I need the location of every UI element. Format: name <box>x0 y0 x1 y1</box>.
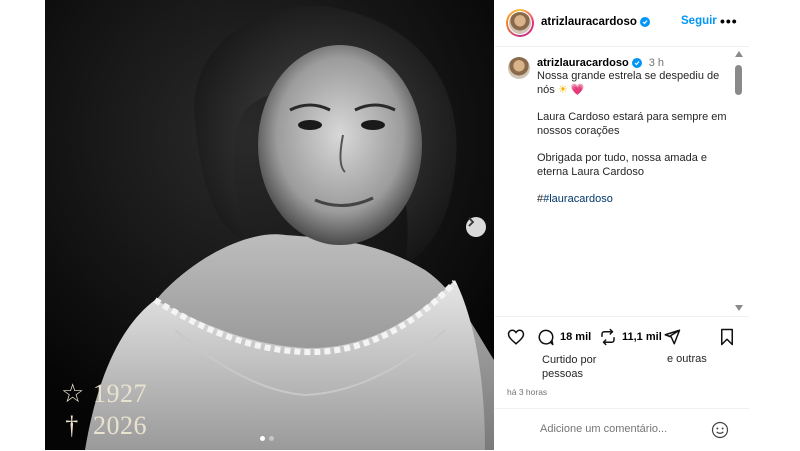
caption-avatar[interactable] <box>508 57 530 79</box>
caption-text: Nossa grande estrela se despediu de nós … <box>537 70 727 221</box>
and-others-text[interactable]: e outras <box>667 353 707 365</box>
next-slide-button[interactable] <box>466 217 486 237</box>
caption-line-1: Nossa grande estrela se despediu de nós … <box>537 70 727 97</box>
birth-year-row: ☆ 1927 <box>61 378 147 410</box>
liked-by-text[interactable]: Curtido por pessoas <box>542 353 612 381</box>
repost-icon <box>601 328 615 346</box>
header-username[interactable]: atrizlauracardoso <box>541 16 650 28</box>
emoji-button[interactable] <box>711 421 729 444</box>
caption-username[interactable]: atrizlauracardoso <box>537 57 629 69</box>
star-icon: ☆ <box>61 379 85 408</box>
heart-emoji-icon: 💗 <box>570 83 585 96</box>
death-year-row: † 2026 <box>61 410 147 442</box>
post-header: atrizlauracardoso Seguir ••• <box>495 0 749 47</box>
caption-paragraph-3: Obrigada por tudo, nossa amada e eterna … <box>537 152 708 178</box>
death-year: 2026 <box>93 411 147 440</box>
caption-hashtag-line: ##lauracardoso <box>537 193 727 207</box>
cross-icon: † <box>65 411 79 440</box>
heart-icon <box>507 329 525 345</box>
scroll-thumb[interactable] <box>735 65 742 95</box>
verified-icon <box>639 17 650 27</box>
comment-button[interactable]: 18 mil <box>537 328 591 346</box>
next-arrow-icon <box>468 217 475 227</box>
avatar[interactable] <box>506 9 534 37</box>
repost-button[interactable]: 11,1 mil <box>599 328 662 346</box>
caption-time: 3 h <box>648 57 664 69</box>
share-icon <box>664 329 681 345</box>
comment-icon <box>538 329 554 346</box>
bookmark-icon <box>721 328 733 346</box>
birth-year: 1927 <box>93 379 147 408</box>
header-username-text[interactable]: atrizlauracardoso <box>541 16 637 28</box>
carousel-dot <box>260 436 265 441</box>
emoji-icon <box>711 421 729 439</box>
years-overlay: ☆ 1927 † 2026 <box>61 378 147 442</box>
hashtag-link[interactable]: #lauracardoso <box>543 193 613 205</box>
more-options-icon[interactable]: ••• <box>720 13 738 29</box>
share-button[interactable] <box>663 328 681 346</box>
caption-scrollbar[interactable] <box>732 47 744 315</box>
scroll-down-icon[interactable] <box>735 305 743 311</box>
comment-box <box>495 408 749 451</box>
carousel-dot <box>269 436 274 441</box>
scroll-up-icon[interactable] <box>735 51 743 57</box>
save-button[interactable] <box>719 328 735 346</box>
caption-paragraph-2: Laura Cardoso estará para sempre em noss… <box>537 111 727 137</box>
comments-count: 18 mil <box>560 331 592 343</box>
post-photo[interactable]: ☆ 1927 † 2026 <box>45 0 494 450</box>
verified-icon <box>631 58 642 68</box>
sun-emoji-icon: ☀ <box>557 83 568 96</box>
carousel-dots <box>260 436 274 441</box>
caption-header: atrizlauracardoso 3 h <box>537 57 664 69</box>
like-button[interactable] <box>507 328 525 346</box>
post-time-ago: há 3 horas <box>507 387 548 397</box>
follow-button[interactable]: Seguir <box>681 15 717 27</box>
actions-bar: 18 mil 11,1 mil Curtido por pessoas e ou… <box>495 316 749 407</box>
caption-area: atrizlauracardoso 3 h Nossa grande estre… <box>495 47 735 315</box>
reposts-count: 11,1 mil <box>622 331 662 343</box>
comment-input[interactable] <box>540 423 680 435</box>
post-panel: atrizlauracardoso Seguir ••• atrizlaurac… <box>495 0 749 450</box>
